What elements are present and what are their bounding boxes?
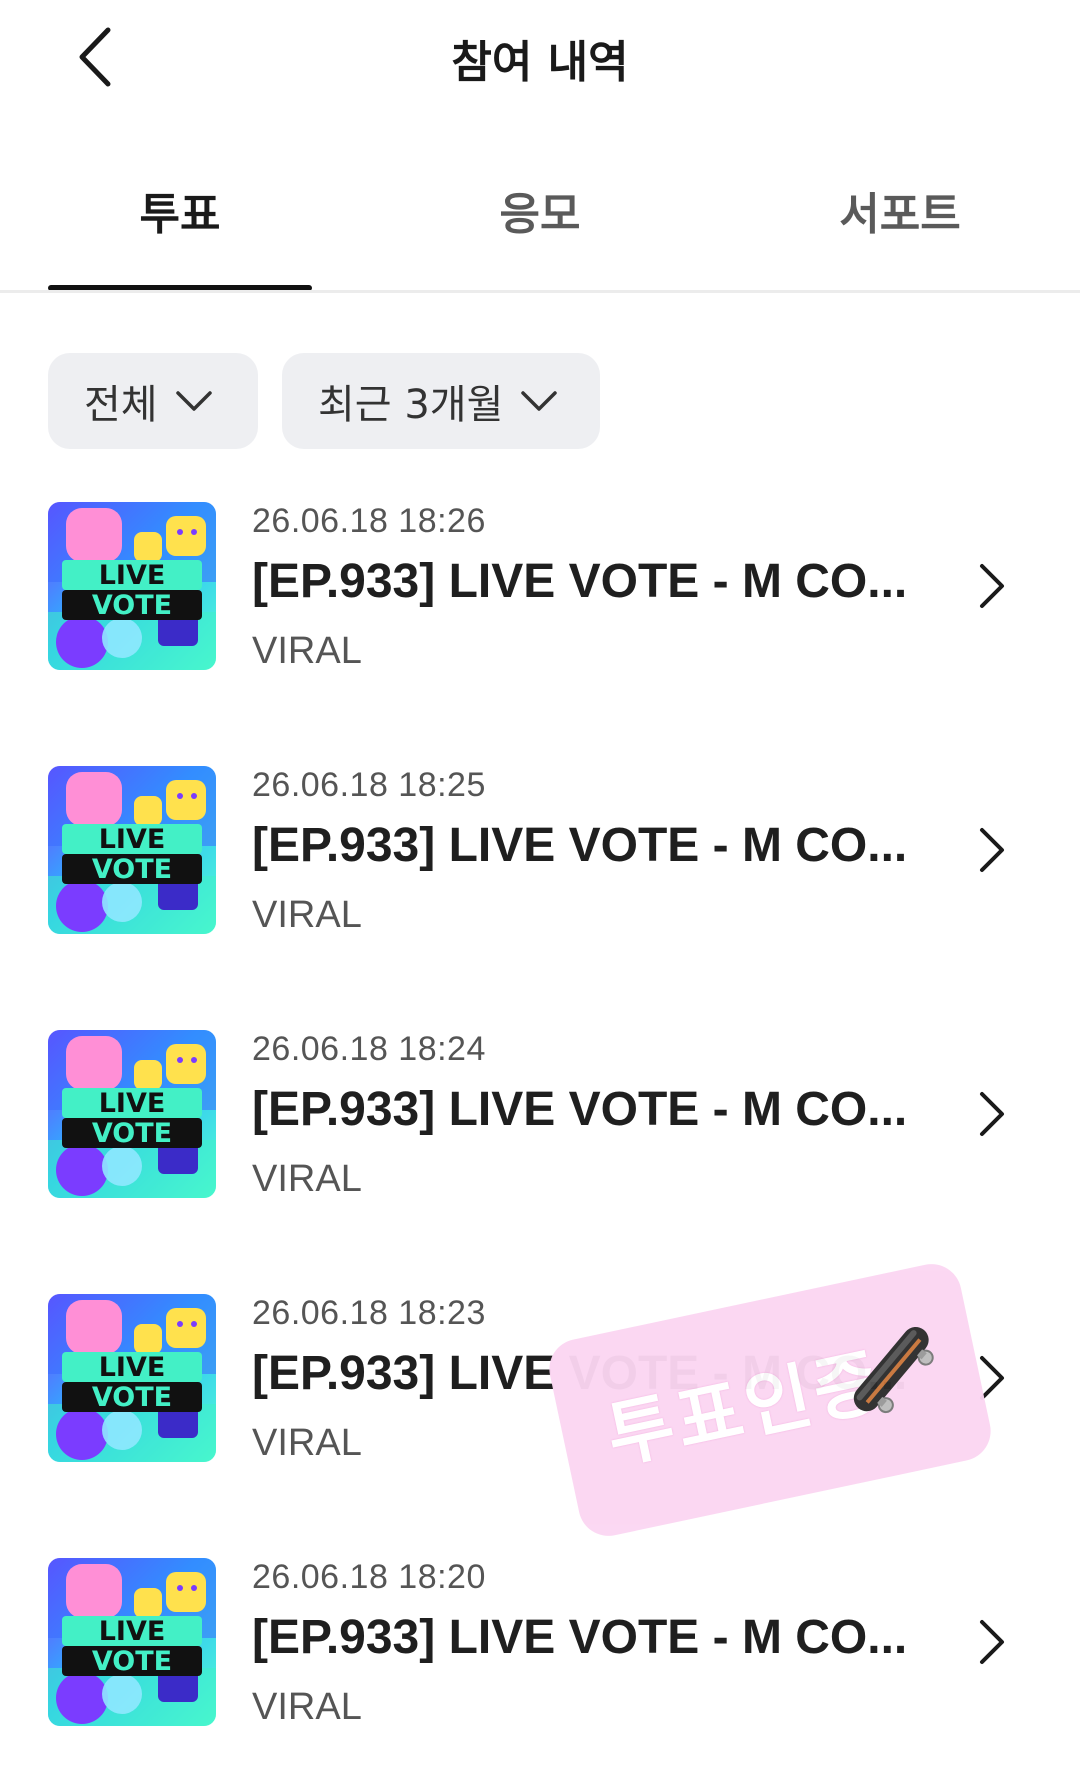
item-title: [EP.933] LIVE VOTE - M CO... [252,1083,908,1136]
thumbnail-text-live: LIVE [99,1352,166,1383]
thumbnail-text-live: LIVE [99,824,166,855]
item-title: [EP.933] LIVE VOTE - M CO... [252,819,908,872]
tab-bar: 투표 응모 서포트 [0,175,1080,293]
chevron-right-icon [968,1614,1016,1670]
thumbnail-text-live: LIVE [99,1088,166,1119]
category-filter-dropdown[interactable]: 전체 [48,353,258,449]
participation-history-screen: 참여 내역 투표 응모 서포트 전체 최근 3개월 LIVE VOTE 26.0… [0,0,1080,1782]
list-item[interactable]: LIVE VOTE 26.06.18 18:24 [EP.933] LIVE V… [0,1030,1080,1200]
thumbnail-text-vote: VOTE [92,1382,172,1413]
item-subtitle: VIRAL [252,1422,362,1464]
item-title: [EP.933] LIVE VOTE - M CO... [252,1611,908,1664]
thumbnail-text-live: LIVE [99,1616,166,1647]
tab-support[interactable]: 서포트 [720,175,1080,287]
chevron-right-icon [968,558,1016,614]
thumbnail-text-vote: VOTE [92,1646,172,1677]
thumbnail-text-vote: VOTE [92,1118,172,1149]
header: 참여 내역 [0,0,1080,120]
item-subtitle: VIRAL [252,894,362,936]
list-item[interactable]: LIVE VOTE 26.06.18 18:26 [EP.933] LIVE V… [0,502,1080,672]
tab-entry[interactable]: 응모 [360,175,720,287]
item-date: 26.06.18 18:23 [252,1294,486,1332]
live-vote-thumbnail: LIVE VOTE [48,502,216,670]
item-date: 26.06.18 18:24 [252,1030,486,1068]
list-item[interactable]: LIVE VOTE 26.06.18 18:25 [EP.933] LIVE V… [0,766,1080,936]
skateboard-icon [814,1292,968,1446]
thumbnail-text-live: LIVE [99,560,166,591]
thumbnail-text-vote: VOTE [92,590,172,621]
live-vote-thumbnail: LIVE VOTE [48,766,216,934]
page-title: 참여 내역 [451,37,629,88]
period-filter-label: 최근 3개월 [318,382,504,428]
item-date: 26.06.18 18:26 [252,502,486,540]
category-filter-label: 전체 [84,382,158,428]
item-subtitle: VIRAL [252,1686,362,1728]
item-subtitle: VIRAL [252,630,362,672]
chevron-down-icon [517,379,561,423]
live-vote-thumbnail: LIVE VOTE [48,1294,216,1462]
chevron-right-icon [968,822,1016,878]
list-item[interactable]: LIVE VOTE 26.06.18 18:20 [EP.933] LIVE V… [0,1558,1080,1728]
chevron-down-icon [172,379,216,423]
tab-vote[interactable]: 투표 [0,175,360,287]
item-subtitle: VIRAL [252,1158,362,1200]
live-vote-thumbnail: LIVE VOTE [48,1558,216,1726]
period-filter-dropdown[interactable]: 최근 3개월 [282,353,600,449]
item-title: [EP.933] LIVE VOTE - M CO... [252,555,908,608]
item-date: 26.06.18 18:25 [252,766,486,804]
tabs-divider [0,290,1080,293]
chevron-right-icon [968,1086,1016,1142]
item-date: 26.06.18 18:20 [252,1558,486,1596]
thumbnail-text-vote: VOTE [92,854,172,885]
live-vote-thumbnail: LIVE VOTE [48,1030,216,1198]
